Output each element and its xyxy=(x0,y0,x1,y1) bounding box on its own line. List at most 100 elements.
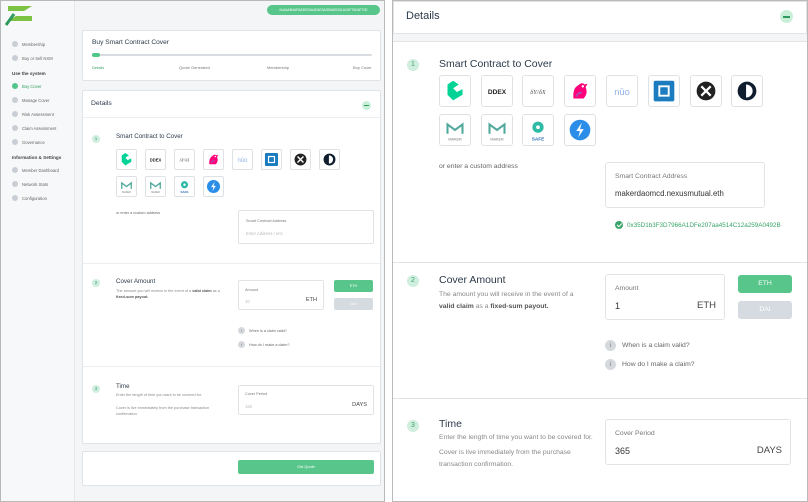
gnosis-safe-logo-icon[interactable]: SAFE xyxy=(174,176,195,197)
uniswap-logo-icon[interactable] xyxy=(564,75,596,107)
get-quote-button[interactable]: Get Quote xyxy=(238,460,374,474)
cover-period-label: Cover Period xyxy=(245,392,268,396)
amount-label: Amount xyxy=(245,288,259,292)
instadapp-logo-icon[interactable] xyxy=(564,114,596,146)
custom-address-label: or enter a custom address xyxy=(439,163,518,170)
progress-fill xyxy=(92,53,100,57)
progress-card: Buy Smart Contract Cover Details Quote G… xyxy=(82,30,381,81)
dharma-logo-icon[interactable] xyxy=(731,75,763,107)
nuo-logo-icon[interactable]: nūo xyxy=(606,75,638,107)
currency-eth-button[interactable]: ETH xyxy=(738,275,792,293)
dydx-logo-icon[interactable]: δY/δX xyxy=(522,75,554,107)
sidebar-item-label: Network Stats xyxy=(22,181,49,187)
shield-icon xyxy=(12,97,18,103)
step-buy-cover: Buy Cover xyxy=(353,65,372,70)
custom-address-label: or enter a custom address xyxy=(116,211,161,215)
ddex-logo-icon[interactable]: DDEX xyxy=(145,149,166,170)
maker-scd-logo-icon[interactable]: MAKER xyxy=(116,176,137,197)
ddex-logo-icon[interactable]: DDEX xyxy=(481,75,513,107)
cover-period-placeholder: 150 xyxy=(245,404,252,409)
step-badge-2: 2 xyxy=(92,279,100,287)
sidebar-item-membership[interactable]: Membership xyxy=(12,41,45,47)
check-circle-icon xyxy=(615,221,623,229)
page-title: Buy Smart Contract Cover xyxy=(92,39,169,46)
contract-section: 1 Smart Contract to Cover DDEX δY/δX nūo… xyxy=(393,41,807,263)
time-description-1: Enter the length of time you want to be … xyxy=(116,393,202,397)
nuo-logo-icon[interactable]: nūo xyxy=(232,149,253,170)
sidebar-item-governance[interactable]: Governance xyxy=(12,139,45,145)
maker-mcd-logo-icon[interactable]: MAKER xyxy=(145,176,166,197)
currency-dai-button[interactable]: DAI xyxy=(738,301,792,319)
desc-text: The amount you will receive in the event… xyxy=(116,289,192,293)
help-link-claim-valid[interactable]: i When is a claim valid? xyxy=(238,327,287,334)
desc-bold: fixed-sum payout. xyxy=(490,302,549,310)
step-badge-2: 2 xyxy=(407,275,419,287)
details-title: Details xyxy=(406,10,440,22)
collapse-toggle[interactable] xyxy=(362,101,371,110)
compound-logo-icon[interactable] xyxy=(439,75,471,107)
smart-contract-address-input[interactable]: Smart Contract Address Enter Address / e… xyxy=(238,210,374,244)
bancor-logo-icon[interactable] xyxy=(648,75,680,107)
0x-logo-icon[interactable] xyxy=(290,149,311,170)
currency-dai-button[interactable]: DAI xyxy=(334,298,373,310)
sidebar-item-buy-cover[interactable]: Buy Cover xyxy=(12,83,42,89)
minus-icon xyxy=(364,105,369,107)
smart-contract-address-input[interactable]: Smart Contract Address makerdaomcd.nexus… xyxy=(605,162,765,208)
step-quote-generated: Quote Generated xyxy=(179,65,210,70)
sidebar-item-member-dashboard[interactable]: Member Dashboard xyxy=(12,167,59,173)
bancor-logo-icon[interactable] xyxy=(261,149,282,170)
sidebar-item-risk-assessment[interactable]: Risk Assessment xyxy=(12,111,54,117)
dydx-logo-icon[interactable]: δY/δX xyxy=(174,149,195,170)
desc-text: The amount you will receive in the event… xyxy=(439,291,574,298)
amount-input[interactable]: Amount 1 ETH xyxy=(605,274,725,320)
amount-input[interactable]: Amount 10 ETH xyxy=(238,280,324,310)
sidebar-item-network-stats[interactable]: Network Stats xyxy=(12,181,48,187)
currency-eth-button[interactable]: ETH xyxy=(334,280,373,292)
instadapp-logo-icon[interactable] xyxy=(203,176,224,197)
help-link-make-claim[interactable]: i How do I make a claim? xyxy=(238,341,290,348)
compound-logo-icon[interactable] xyxy=(116,149,137,170)
collapse-toggle[interactable] xyxy=(780,10,793,23)
sidebar-item-label: Buy or Sell NXM xyxy=(22,55,53,61)
sidebar-item-configuration[interactable]: Configuration xyxy=(12,195,47,201)
svg-text:SAFE: SAFE xyxy=(532,136,544,141)
nexus-mutual-logo-icon xyxy=(5,6,32,26)
sidebar-item-buy-sell-nxm[interactable]: Buy or Sell NXM xyxy=(12,55,53,61)
resolved-address: 0x35D1b3F3D7966A1DFe207aa4514C12a259A049… xyxy=(615,221,781,229)
uniswap-logo-icon[interactable] xyxy=(203,149,224,170)
step-badge-1: 1 xyxy=(92,135,100,143)
step-badge-3: 3 xyxy=(407,420,419,432)
maker-scd-logo-icon[interactable]: MAKER xyxy=(439,114,471,146)
desc-bold: valid claim xyxy=(192,289,212,293)
svg-text:SAFE: SAFE xyxy=(181,190,189,194)
gnosis-safe-logo-icon[interactable]: SAFE xyxy=(522,114,554,146)
cover-period-unit: DAYS xyxy=(756,445,782,456)
sidebar-item-label: Member Dashboard xyxy=(22,167,60,173)
sidebar-item-manage-cover[interactable]: Manage Cover xyxy=(12,97,49,103)
dharma-logo-icon[interactable] xyxy=(319,149,340,170)
cover-period-input[interactable]: Cover Period 150 DAYS xyxy=(238,385,374,415)
svg-text:MAKER: MAKER xyxy=(448,137,462,141)
governance-icon xyxy=(12,139,18,145)
sidebar-item-label: Claim Assessment xyxy=(22,125,57,131)
wallet-address-badge[interactable]: 0xAAAB4AF6A3ED0A4D4E3A3D6AED01AC6F76D6F7… xyxy=(267,5,380,15)
sidebar-item-claim-assessment[interactable]: Claim Assessment xyxy=(12,125,56,131)
step-badge-1: 1 xyxy=(407,59,419,71)
cover-period-input[interactable]: Cover Period 365 DAYS xyxy=(605,419,791,465)
svg-text:DDEX: DDEX xyxy=(488,89,507,96)
progress-track xyxy=(92,54,372,56)
address-field-label: Smart Contract Address xyxy=(246,219,287,223)
0x-logo-icon[interactable] xyxy=(690,75,722,107)
umbrella-icon xyxy=(12,83,18,89)
amount-section-title: Cover Amount xyxy=(439,274,506,286)
amount-section: 2 Cover Amount The amount you will recei… xyxy=(393,263,807,399)
svg-text:MAKER: MAKER xyxy=(151,191,160,194)
cover-period-unit: DAYS xyxy=(352,402,367,408)
maker-mcd-logo-icon[interactable]: MAKER xyxy=(481,114,513,146)
info-icon: i xyxy=(605,340,616,351)
help-link-claim-valid[interactable]: i When is a claim valid? xyxy=(605,340,690,351)
info-icon: i xyxy=(238,341,245,348)
help-link-make-claim[interactable]: i How do I make a claim? xyxy=(605,359,695,370)
help-text: When is a claim valid? xyxy=(249,328,287,333)
time-description-2: Cover is live immediately from the purch… xyxy=(439,449,571,468)
